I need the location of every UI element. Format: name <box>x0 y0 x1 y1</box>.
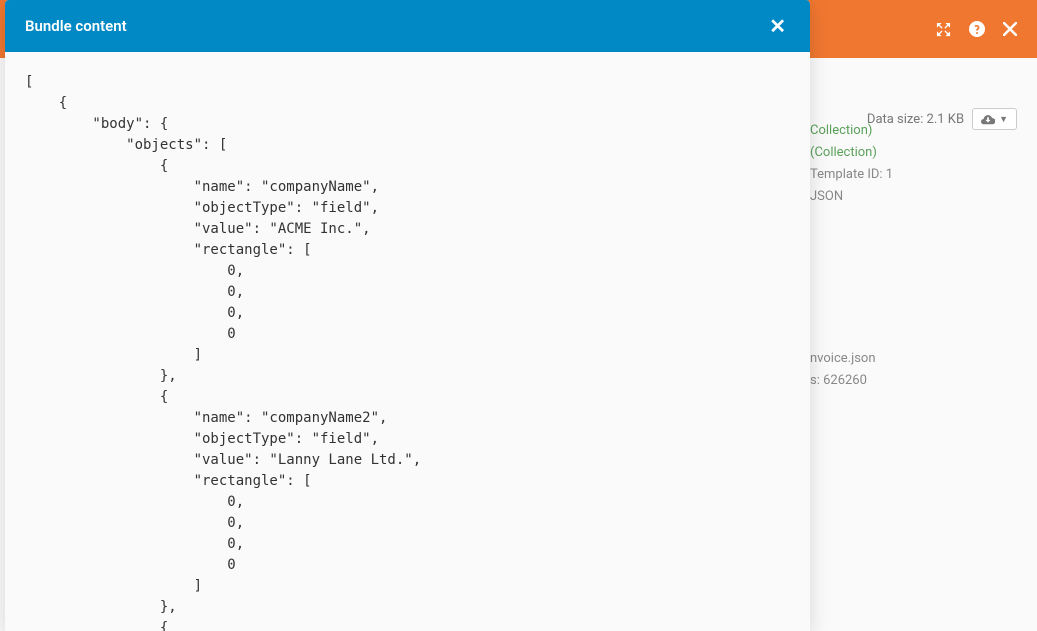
modal-header: Bundle content ✕ <box>5 0 810 52</box>
bg-detail-line: Template ID: 1 <box>810 164 893 186</box>
bg-detail-line: s: 626260 <box>810 370 893 392</box>
bg-detail-line: JSON <box>810 186 893 208</box>
close-icon[interactable]: ✕ <box>765 16 790 36</box>
caret-down-icon: ▼ <box>999 114 1008 124</box>
background-details: Collection) (Collection) Template ID: 1 … <box>810 120 893 393</box>
modal-title: Bundle content <box>25 17 127 35</box>
bg-detail-line: (Collection) <box>810 142 893 164</box>
bg-detail-line: Collection) <box>810 120 893 142</box>
modal-body-code[interactable]: [ { "body": { "objects": [ { "name": "co… <box>5 52 810 631</box>
expand-icon[interactable] <box>936 22 951 37</box>
bg-detail-line: nvoice.json <box>810 348 893 370</box>
bundle-content-modal: Bundle content ✕ [ { "body": { "objects"… <box>5 0 810 631</box>
download-button[interactable]: ▼ <box>972 108 1017 130</box>
close-background-icon[interactable] <box>1003 22 1017 36</box>
help-icon[interactable] <box>969 21 985 37</box>
cloud-download-icon <box>981 112 995 126</box>
